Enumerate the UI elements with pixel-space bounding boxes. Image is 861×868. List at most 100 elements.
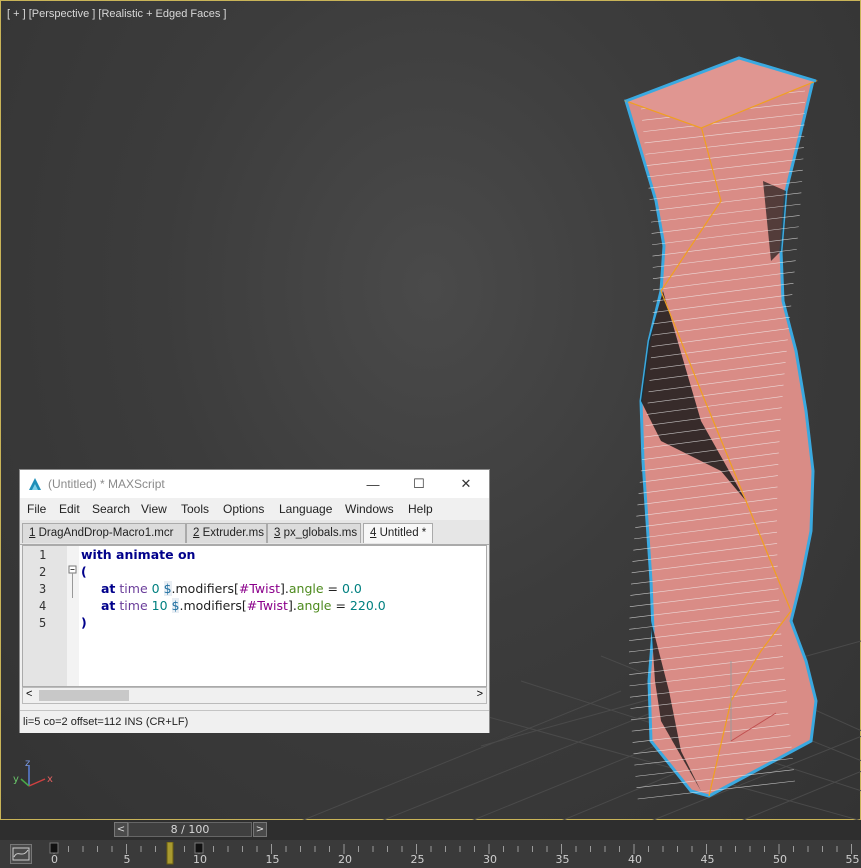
menu-language[interactable]: Language xyxy=(279,502,332,516)
paren-close: ) xyxy=(81,615,87,630)
keyword-time: time xyxy=(119,581,148,596)
modifier-name: #Twist xyxy=(238,581,280,596)
tab-label: DragAndDrop-Macro1.mcr xyxy=(35,527,174,539)
axis-y-label: y xyxy=(13,774,19,785)
tick-label: 55 xyxy=(845,853,860,866)
line-number: 4 xyxy=(39,599,47,613)
scrollbar-thumb[interactable] xyxy=(39,690,129,701)
tab-label: px_globals.ms xyxy=(280,527,358,539)
menu-tools[interactable]: Tools xyxy=(181,502,209,516)
line-number: 5 xyxy=(39,616,47,630)
current-frame-indicator[interactable] xyxy=(166,842,174,865)
tab-px-globals[interactable]: 3 px_globals.ms xyxy=(267,523,361,543)
keyword: with animate on xyxy=(81,547,196,562)
maxscript-window[interactable]: (Untitled) * MAXScript — ☐ ✕ File Edit S… xyxy=(19,469,490,733)
minimize-icon: — xyxy=(366,476,380,492)
viewport-label[interactable]: [ + ] [Perspective ] [Realistic + Edged … xyxy=(7,8,227,20)
timeline-ruler[interactable] xyxy=(48,842,861,868)
tick-label: 20 xyxy=(338,853,352,866)
menu-help[interactable]: Help xyxy=(408,502,433,516)
code-line-2: ( xyxy=(81,564,87,579)
keyword-time: time xyxy=(119,598,148,613)
equals: = xyxy=(331,598,350,613)
tab-untitled[interactable]: 4 Untitled * xyxy=(363,523,433,543)
code-line-1: with animate on xyxy=(81,547,195,562)
menu-windows[interactable]: Windows xyxy=(345,502,394,516)
close-button[interactable]: ✕ xyxy=(443,470,489,498)
tick-label: 30 xyxy=(483,853,497,866)
modifier-name: #Twist xyxy=(246,598,288,613)
curve-editor-button[interactable] xyxy=(10,844,32,864)
tab-dragdrop-macro[interactable]: 1 DragAndDrop-Macro1.mcr xyxy=(22,523,186,543)
tab-label: Extruder.ms xyxy=(199,527,264,539)
menu-search[interactable]: Search xyxy=(92,502,130,516)
tick-label: 45 xyxy=(700,853,715,866)
prev-frame-button[interactable]: < xyxy=(114,822,128,837)
property-name: angle xyxy=(296,598,332,613)
frame-slider[interactable]: 8 / 100 xyxy=(128,822,252,837)
tick-label: 15 xyxy=(265,853,280,866)
axis-z-label: z xyxy=(25,758,30,769)
modifiers-text: .modifiers[ xyxy=(171,581,239,596)
code-editor[interactable]: 1 2 3 4 5 with animate on ( at time 0 $.… xyxy=(22,545,487,687)
tick-label: 25 xyxy=(410,853,425,866)
bracket-close: ]. xyxy=(287,598,297,613)
keyword-at: at xyxy=(101,581,116,596)
tick-label: 10 xyxy=(193,853,207,866)
keyframe-marker[interactable] xyxy=(194,842,204,854)
file-tab-bar: 1 DragAndDrop-Macro1.mcr 2 Extruder.ms 3… xyxy=(20,520,489,545)
keyword-at: at xyxy=(101,598,116,613)
bracket-close: ]. xyxy=(280,581,289,596)
title-bar[interactable]: (Untitled) * MAXScript — ☐ ✕ xyxy=(20,470,489,498)
frame-display: 8 / 100 xyxy=(170,823,210,836)
tab-extruder[interactable]: 2 Extruder.ms xyxy=(186,523,267,543)
scroll-right-icon[interactable]: > xyxy=(477,688,483,700)
angle-value: 220.0 xyxy=(349,598,386,613)
tick-label: 5 xyxy=(123,853,131,866)
minimize-button[interactable]: — xyxy=(350,470,396,498)
grid-line xyxy=(740,770,861,821)
prev-frame-icon: < xyxy=(116,824,126,835)
line-number: 1 xyxy=(39,548,47,562)
maximize-button[interactable]: ☐ xyxy=(396,470,442,498)
time-value: 10 xyxy=(151,598,168,613)
line-number-gutter: 1 2 3 4 5 xyxy=(23,546,67,686)
tick-label: 35 xyxy=(555,853,570,866)
next-frame-icon: > xyxy=(255,824,265,835)
window-title: (Untitled) * MAXScript xyxy=(48,477,165,491)
equals: = xyxy=(323,581,342,596)
maxscript-app-icon xyxy=(29,478,41,490)
menu-options[interactable]: Options xyxy=(223,502,264,516)
status-text: li=5 co=2 offset=112 INS (CR+LF) xyxy=(23,716,189,728)
maximize-icon: ☐ xyxy=(413,476,425,491)
angle-value: 0.0 xyxy=(341,581,362,596)
axis-y-line xyxy=(20,778,30,787)
menu-view[interactable]: View xyxy=(141,502,167,516)
tab-label: Untitled * xyxy=(376,527,427,539)
fold-collapse-icon[interactable] xyxy=(67,546,79,636)
fold-margin xyxy=(67,546,79,686)
menu-file[interactable]: File xyxy=(27,502,46,516)
code-line-5: ) xyxy=(81,615,87,630)
scroll-left-icon[interactable]: < xyxy=(26,688,32,700)
paren-open: ( xyxy=(81,564,87,579)
selection-token: $ xyxy=(163,581,172,596)
property-name: angle xyxy=(288,581,324,596)
tick-label: 50 xyxy=(773,853,787,866)
menu-bar: File Edit Search View Tools Options Lang… xyxy=(20,498,489,520)
curve-editor-icon xyxy=(12,847,30,861)
next-frame-button[interactable]: > xyxy=(253,822,267,837)
axis-x-label: x xyxy=(47,774,53,785)
tick-label: 40 xyxy=(628,853,642,866)
menu-edit[interactable]: Edit xyxy=(59,502,80,516)
keyframe-marker[interactable] xyxy=(49,842,59,854)
line-number: 2 xyxy=(39,565,47,579)
status-bar: li=5 co=2 offset=112 INS (CR+LF) xyxy=(20,710,489,733)
close-icon: ✕ xyxy=(460,476,472,491)
code-line-3: at time 0 $.modifiers[#Twist].angle = 0.… xyxy=(101,581,362,596)
axis-x-line xyxy=(28,778,46,787)
horizontal-scrollbar[interactable]: < > xyxy=(22,687,487,704)
code-line-4: at time 10 $.modifiers[#Twist].angle = 2… xyxy=(101,598,386,613)
time-value: 0 xyxy=(151,581,160,596)
modifiers-text: .modifiers[ xyxy=(179,598,247,613)
